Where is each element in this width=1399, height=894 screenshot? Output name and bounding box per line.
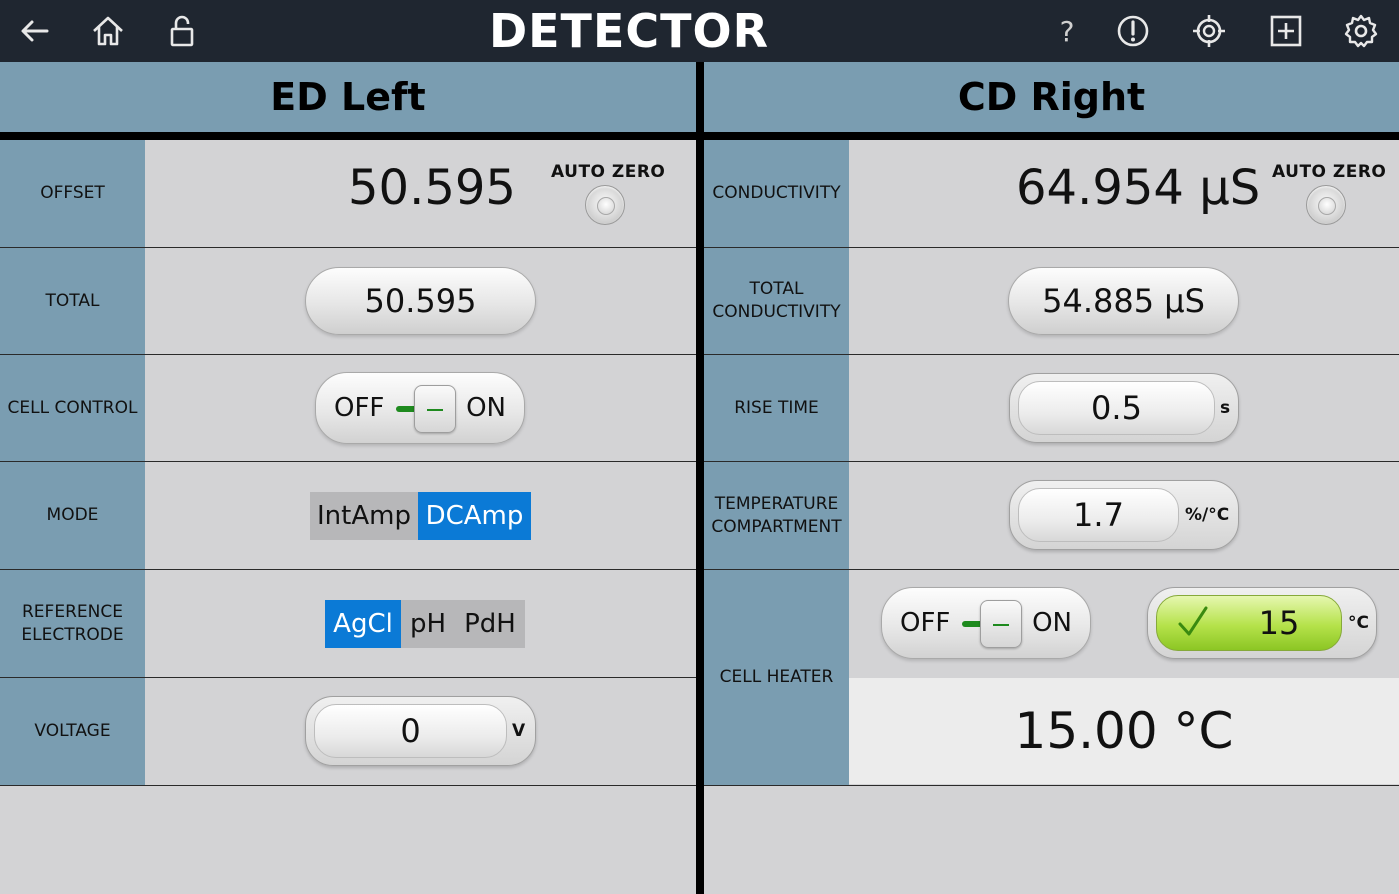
temperature-compartment-label-line1: TEMPERATURE bbox=[714, 493, 839, 514]
cell-control-row: CELL CONTROL OFF ON bbox=[0, 355, 696, 462]
rise-time-stepper[interactable]: 0.5 s bbox=[1009, 373, 1239, 443]
temperature-compartment-row: TEMPERATURE COMPARTMENT 1.7 %/°C bbox=[704, 462, 1399, 570]
toggle-off-label: OFF bbox=[900, 608, 951, 638]
rise-time-value-field[interactable]: 0.5 bbox=[1018, 381, 1215, 435]
left-empty-area bbox=[0, 787, 696, 894]
total-conductivity-field[interactable]: 54.885 µS bbox=[1008, 267, 1239, 335]
auto-zero-button[interactable] bbox=[585, 185, 625, 225]
cd-right-header: CD Right bbox=[704, 62, 1399, 132]
toggle-on-label: ON bbox=[466, 393, 506, 423]
total-row: TOTAL 50.595 bbox=[0, 248, 696, 355]
reference-electrode-label-line2: ELECTRODE bbox=[21, 624, 124, 645]
reference-electrode-label: REFERENCE ELECTRODE bbox=[0, 570, 145, 677]
total-conductivity-label-line1: TOTAL bbox=[749, 279, 804, 300]
rise-time-unit: s bbox=[1220, 398, 1231, 418]
alert-icon[interactable] bbox=[1113, 11, 1153, 51]
auto-zero-label: AUTO ZERO bbox=[551, 162, 666, 182]
mode-option-dcamp[interactable]: DCAmp bbox=[418, 492, 531, 540]
electrode-option-agcl[interactable]: AgCl bbox=[325, 600, 401, 648]
reference-electrode-row: REFERENCE ELECTRODE AgCl pH PdH bbox=[0, 570, 696, 678]
reference-electrode-selector: AgCl pH PdH bbox=[325, 600, 525, 648]
temperature-compartment-value-field[interactable]: 1.7 bbox=[1018, 488, 1179, 542]
total-conductivity-row: TOTAL CONDUCTIVITY 54.885 µS bbox=[704, 248, 1399, 355]
cell-heater-row: CELL HEATER OFF ON 15 °C 15.00 °C bbox=[704, 570, 1399, 786]
cell-heater-setpoint-stepper[interactable]: 15 °C bbox=[1147, 587, 1377, 659]
settings-icon[interactable] bbox=[1341, 11, 1381, 51]
cell-heater-temperature-readout: 15.00 °C bbox=[849, 678, 1399, 784]
electrode-option-ph[interactable]: pH bbox=[401, 600, 455, 648]
cell-heater-setpoint-unit: °C bbox=[1348, 613, 1369, 633]
total-conductivity-label: TOTAL CONDUCTIVITY bbox=[704, 248, 849, 354]
ed-left-header: ED Left bbox=[0, 62, 696, 132]
temperature-compartment-stepper[interactable]: 1.7 %/°C bbox=[1009, 480, 1239, 550]
cell-control-label: CELL CONTROL bbox=[0, 355, 145, 461]
toggle-knob[interactable] bbox=[980, 600, 1022, 648]
total-label: TOTAL bbox=[0, 248, 145, 354]
add-icon[interactable] bbox=[1266, 11, 1306, 51]
toggle-off-label: OFF bbox=[334, 393, 385, 423]
help-glyph: ? bbox=[1059, 14, 1075, 48]
mode-option-intamp[interactable]: IntAmp bbox=[310, 492, 418, 540]
voltage-label: VOLTAGE bbox=[0, 678, 145, 785]
cd-right-panel: CD Right CONDUCTIVITY 64.954 µS AUTO ZER… bbox=[704, 62, 1399, 894]
voltage-stepper[interactable]: 0 V bbox=[305, 696, 536, 766]
voltage-unit: V bbox=[512, 721, 526, 741]
reference-electrode-label-line1: REFERENCE bbox=[22, 601, 123, 622]
offset-value: 50.595 bbox=[348, 160, 516, 216]
voltage-row: VOLTAGE 0 V bbox=[0, 678, 696, 786]
detector-screen: DETECTOR ? ED Left OFFSET 50.595 AUTO ZE… bbox=[0, 0, 1399, 894]
voltage-value-field[interactable]: 0 bbox=[314, 704, 507, 758]
cell-control-toggle[interactable]: OFF ON bbox=[315, 372, 525, 444]
cell-heater-setpoint-field[interactable]: 15 bbox=[1156, 595, 1342, 651]
cell-heater-toggle[interactable]: OFF ON bbox=[881, 587, 1091, 659]
electrode-option-pdh[interactable]: PdH bbox=[455, 600, 525, 648]
header-divider bbox=[704, 132, 1399, 140]
rise-time-label: RISE TIME bbox=[704, 355, 849, 461]
mode-row: MODE IntAmp DCAmp bbox=[0, 462, 696, 570]
toggle-on-label: ON bbox=[1032, 608, 1072, 638]
conductivity-value: 64.954 µS bbox=[1016, 160, 1261, 216]
temperature-compartment-label-line2: COMPARTMENT bbox=[711, 516, 842, 537]
check-icon bbox=[1178, 606, 1208, 636]
ed-left-panel: ED Left OFFSET 50.595 AUTO ZERO TOTAL 50… bbox=[0, 62, 696, 894]
offset-row: OFFSET 50.595 AUTO ZERO bbox=[0, 140, 696, 248]
toggle-knob[interactable] bbox=[414, 385, 456, 433]
rise-time-row: RISE TIME 0.5 s bbox=[704, 355, 1399, 462]
help-icon[interactable]: ? bbox=[1047, 11, 1087, 51]
conductivity-label: CONDUCTIVITY bbox=[704, 140, 849, 247]
total-conductivity-label-line2: CONDUCTIVITY bbox=[712, 302, 841, 322]
header-divider bbox=[0, 132, 696, 140]
top-bar: DETECTOR ? bbox=[0, 0, 1399, 62]
auto-zero-button[interactable] bbox=[1306, 185, 1346, 225]
right-empty-area bbox=[704, 787, 1399, 894]
conductivity-row: CONDUCTIVITY 64.954 µS AUTO ZERO bbox=[704, 140, 1399, 248]
total-value-field[interactable]: 50.595 bbox=[305, 267, 536, 335]
cell-heater-label: CELL HEATER bbox=[704, 570, 849, 785]
mode-selector: IntAmp DCAmp bbox=[310, 492, 531, 540]
offset-label: OFFSET bbox=[0, 140, 145, 247]
panel-divider bbox=[696, 62, 704, 894]
temperature-compartment-label: TEMPERATURE COMPARTMENT bbox=[704, 462, 849, 569]
mode-label: MODE bbox=[0, 462, 145, 569]
cell-heater-setpoint-value: 15 bbox=[1258, 604, 1300, 642]
temperature-compartment-unit: %/°C bbox=[1185, 505, 1230, 525]
target-icon[interactable] bbox=[1189, 11, 1229, 51]
auto-zero-label: AUTO ZERO bbox=[1272, 162, 1387, 182]
